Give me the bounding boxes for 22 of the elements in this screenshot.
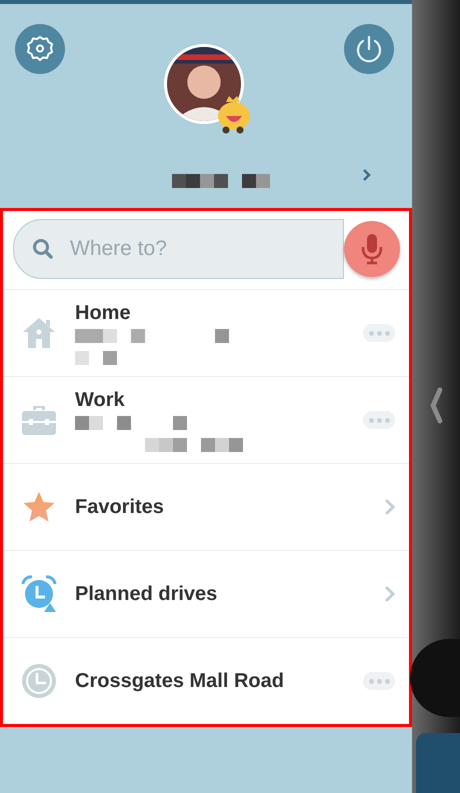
power-button[interactable] — [344, 24, 394, 74]
briefcase-icon — [21, 404, 57, 436]
search-icon — [32, 238, 54, 260]
menu-item-label[interactable]: Home — [75, 302, 363, 324]
map-button[interactable] — [410, 638, 460, 717]
clock-icon — [20, 662, 58, 700]
microphone-icon — [361, 233, 383, 265]
menu-item-label[interactable]: Work — [75, 388, 363, 412]
settings-button[interactable] — [15, 24, 65, 74]
menu-item-label[interactable]: Planned drives — [75, 582, 385, 606]
microphone-button[interactable] — [344, 221, 400, 277]
search-input[interactable]: Where to? — [68, 236, 343, 262]
menu-item-label[interactable]: Favorites — [75, 496, 385, 518]
alarm-clock-icon — [20, 574, 58, 614]
chevron-left-icon[interactable] — [429, 387, 443, 424]
house-icon — [21, 315, 57, 351]
search-field[interactable]: Where to? — [13, 219, 344, 279]
chevron-right-icon[interactable] — [362, 168, 372, 182]
power-icon — [354, 34, 384, 64]
settings-icon — [26, 35, 54, 63]
star-icon — [22, 491, 56, 523]
menu-item-label[interactable]: Crossgates Mall Road — [75, 670, 363, 692]
